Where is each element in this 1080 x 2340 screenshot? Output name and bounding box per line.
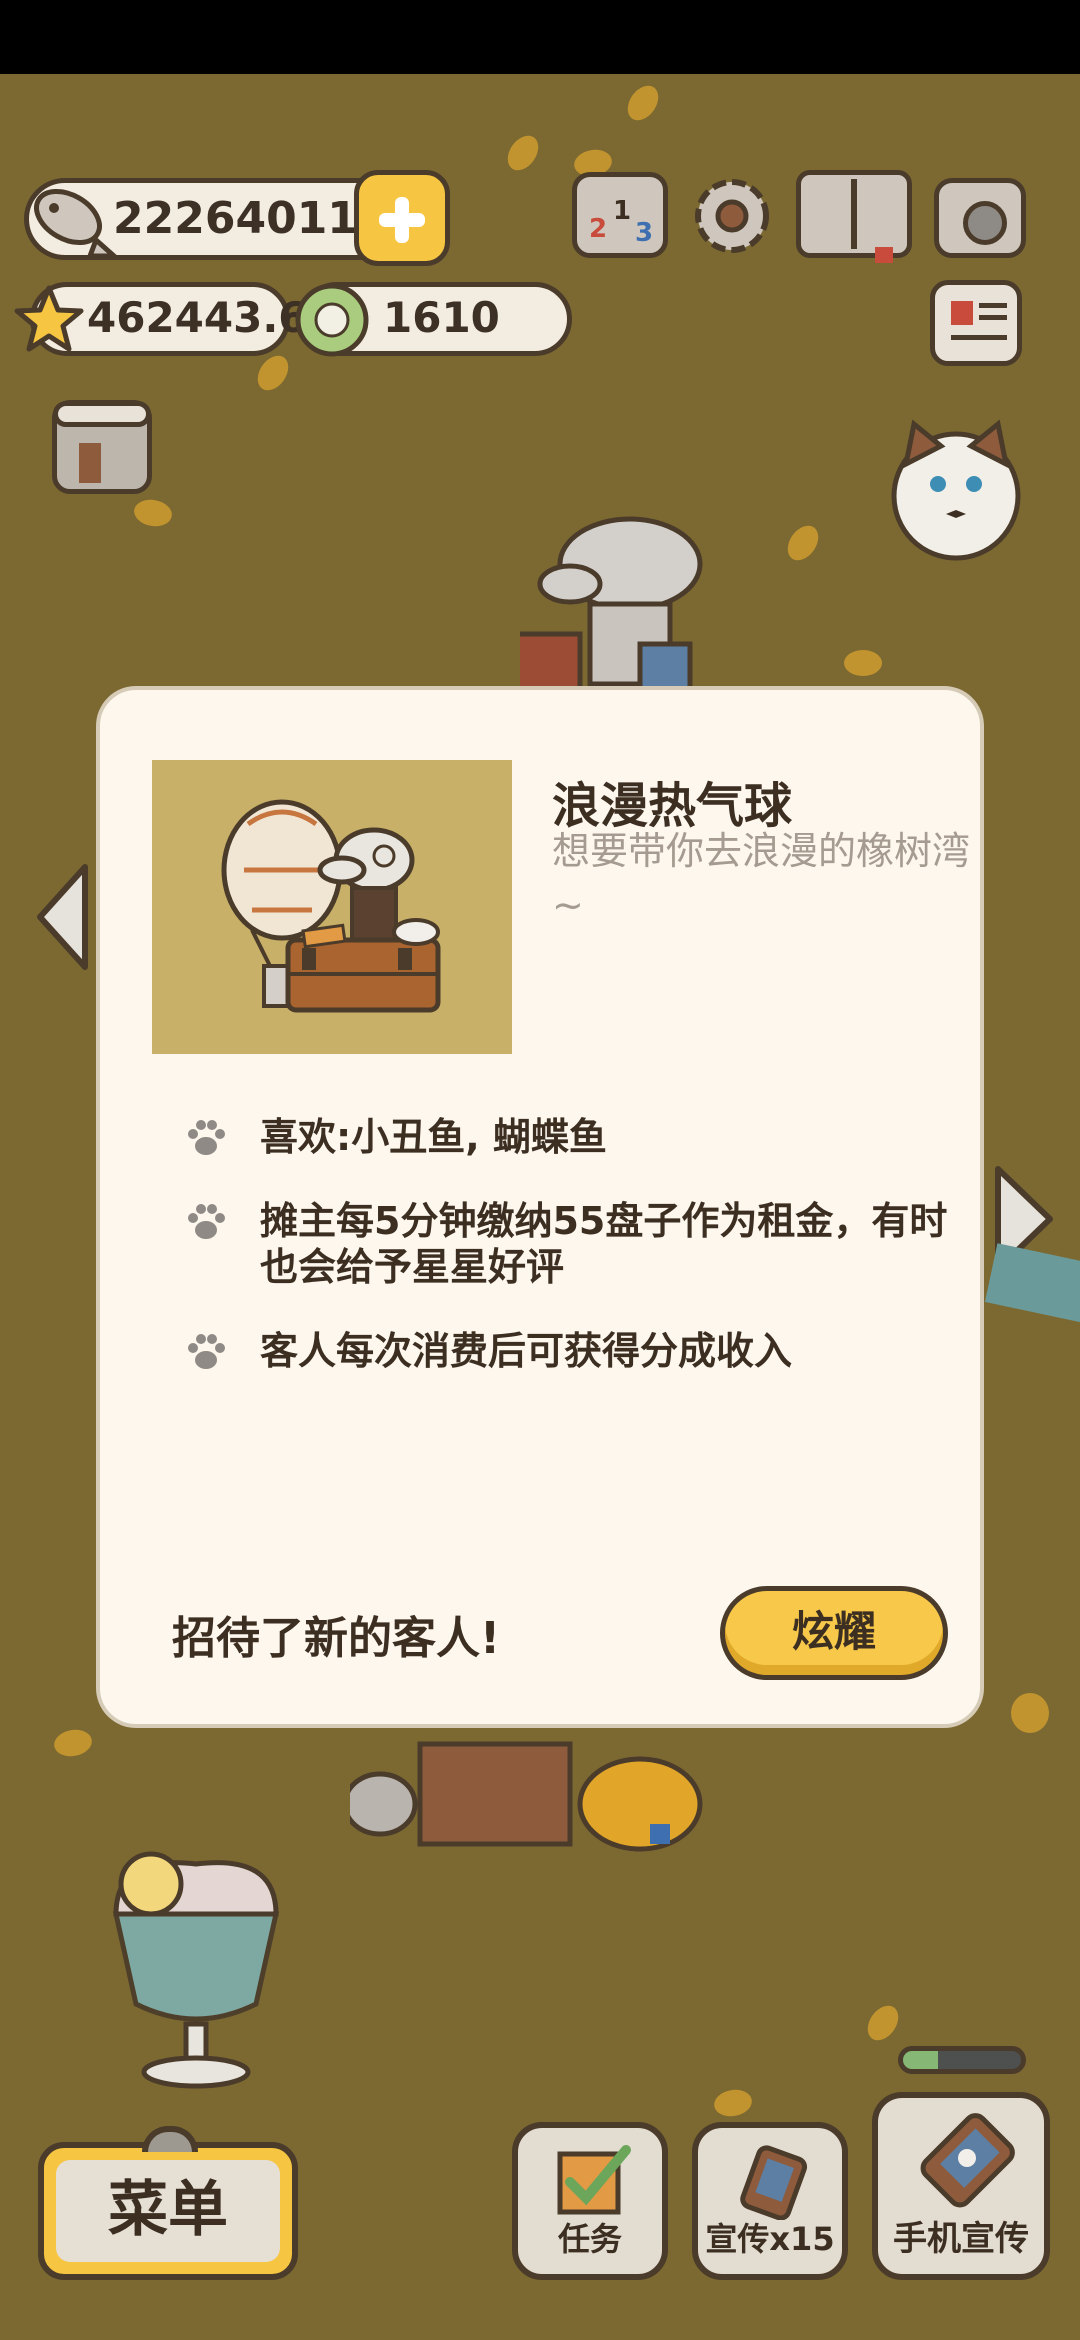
customer-description: 想要带你去浪漫的橡树湾~ (552, 829, 971, 927)
show-off-button[interactable]: 炫耀 (720, 1586, 948, 1680)
phone-promo-icon (740, 2145, 808, 2220)
progress-fill (903, 2051, 939, 2069)
paw-icon (188, 1120, 225, 1155)
settings-icon[interactable] (684, 168, 780, 264)
stall-sprite (350, 1741, 703, 1852)
leaf-decoration (132, 496, 174, 530)
leaf-decoration (861, 1999, 905, 2047)
promotion-button[interactable]: 宣传x15 (692, 2122, 848, 2280)
customer-illustration (152, 760, 512, 1054)
income-text: 客人每次消费后可获得分成收入 (260, 1329, 793, 1373)
star-count: 462443.6 (87, 293, 308, 342)
leaf-decoration (712, 2086, 754, 2120)
new-customer-modal: 浪漫热气球 想要带你去浪漫的橡树湾~ 喜欢:小丑鱼, 蝴蝶鱼 摊主每5分钟缴纳5… (96, 686, 984, 1728)
phone-icon (920, 2113, 1015, 2208)
newspaper-icon[interactable] (930, 280, 1022, 366)
leaf-decoration (1011, 1693, 1049, 1733)
phone-promo-progress (898, 2046, 1026, 2074)
plate-icon (295, 283, 369, 357)
svg-text:3: 3 (635, 218, 653, 248)
shop-icon[interactable] (52, 400, 152, 494)
ranking-icon[interactable]: 2 1 3 (572, 172, 668, 258)
new-customer-message: 招待了新的客人! (172, 1613, 501, 1664)
cat-sprite[interactable] (886, 414, 1026, 564)
plate-count: 1610 (383, 293, 500, 342)
menu-label: 菜单 (56, 2160, 280, 2262)
paw-icon (188, 1334, 225, 1369)
tasks-button[interactable]: 任务 (512, 2122, 668, 2280)
svg-text:1: 1 (613, 196, 631, 226)
phone-promo-button[interactable]: 手机宣传 (872, 2092, 1050, 2280)
paw-icon (188, 1204, 225, 1239)
svg-text:2: 2 (589, 214, 607, 244)
add-fish-button[interactable] (354, 170, 450, 266)
guide-book-icon[interactable] (796, 170, 912, 263)
leaf-decoration (621, 79, 665, 127)
phone-promo-label: 手机宣传 (893, 2219, 1029, 2259)
leaf-decoration (844, 650, 882, 676)
fish-icon (34, 188, 118, 259)
leaf-decoration (781, 519, 825, 567)
star-icon (14, 285, 84, 352)
menu-button[interactable]: 菜单 (38, 2126, 298, 2280)
scroll-left-arrow-icon[interactable] (30, 862, 90, 972)
camera-icon[interactable] (934, 178, 1026, 258)
likes-text: 喜欢:小丑鱼, 蝴蝶鱼 (260, 1115, 607, 1159)
rent-text: 摊主每5分钟缴纳55盘子作为租金，有时也会给予星星好评 (260, 1199, 948, 1289)
checkmark-icon (557, 2145, 631, 2215)
leaf-decoration (251, 349, 295, 397)
leaf-decoration (52, 1726, 94, 1760)
promotion-label: 宣传x15 (705, 2220, 835, 2258)
leaf-decoration (501, 129, 545, 177)
water-strip (984, 1243, 1080, 1325)
tasks-label: 任务 (557, 2220, 622, 2258)
parfait-decoration (112, 1851, 280, 2089)
status-bar (0, 0, 1080, 74)
